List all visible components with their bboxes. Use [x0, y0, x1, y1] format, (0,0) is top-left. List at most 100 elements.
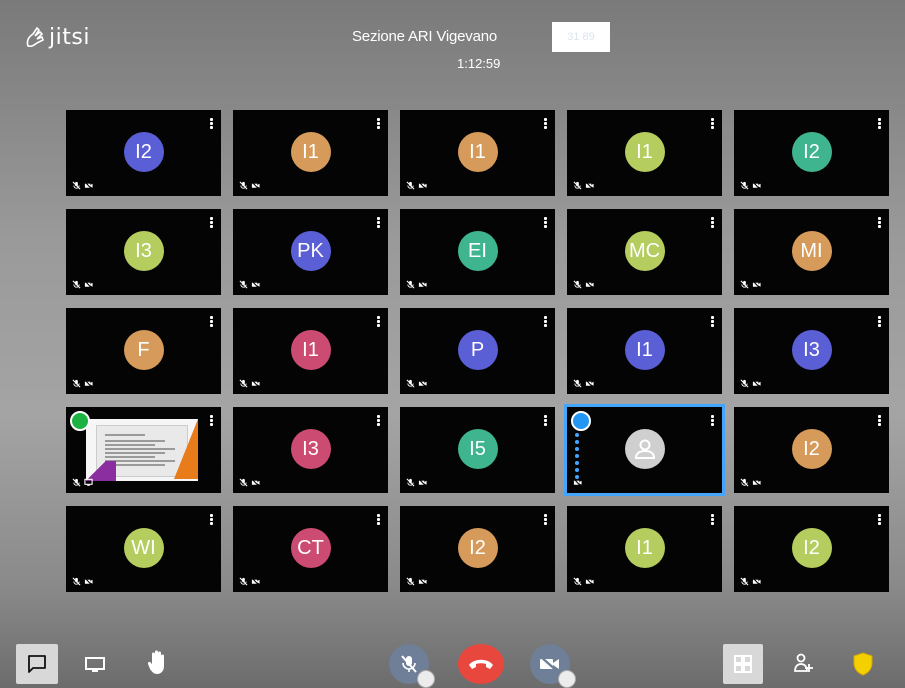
camera-off-indicator-icon [84, 379, 93, 388]
tile-menu-icon[interactable] [544, 514, 547, 525]
camera-off-indicator-icon [752, 478, 761, 487]
tile-menu-icon[interactable] [210, 118, 213, 129]
connection-indicator-icon[interactable] [70, 411, 90, 431]
participant-tile[interactable]: I1 [400, 110, 555, 196]
tile-status-indicators [239, 379, 260, 388]
participant-initials: MI [800, 239, 823, 262]
tile-status-indicators [406, 577, 427, 586]
mic-muted-icon [740, 577, 749, 586]
jitsi-hand-logo-icon [26, 26, 44, 48]
participant-tile[interactable]: I2 [734, 110, 889, 196]
tile-menu-icon[interactable] [878, 415, 881, 426]
participant-tile[interactable]: I3 [233, 407, 388, 493]
participant-tile[interactable]: WI [66, 506, 221, 592]
chat-button[interactable] [16, 644, 58, 684]
tile-menu-icon[interactable] [711, 316, 714, 327]
mic-muted-icon [72, 478, 81, 487]
microphone-button[interactable] [389, 644, 435, 688]
tile-menu-icon[interactable] [210, 415, 213, 426]
camera-button[interactable] [530, 644, 576, 688]
screenshare-tile[interactable] [66, 407, 221, 493]
tile-status-indicators [239, 280, 260, 289]
participant-avatar: PK [290, 231, 331, 271]
participant-tile[interactable]: I2 [66, 110, 221, 196]
tile-status-indicators [573, 280, 594, 289]
tile-menu-icon[interactable] [544, 415, 547, 426]
camera-off-indicator-icon [251, 478, 260, 487]
tile-menu-icon[interactable] [377, 217, 380, 228]
local-participant-tile[interactable] [567, 407, 722, 493]
participant-tile[interactable]: F [66, 308, 221, 394]
audio-settings-toggle[interactable] [417, 670, 435, 688]
chat-icon [28, 655, 46, 673]
participant-tile[interactable]: I1 [567, 506, 722, 592]
tile-menu-icon[interactable] [544, 316, 547, 327]
tile-menu-icon[interactable] [377, 415, 380, 426]
tile-menu-icon[interactable] [878, 514, 881, 525]
participant-tile[interactable]: I1 [567, 110, 722, 196]
participant-tile[interactable]: I1 [233, 308, 388, 394]
mic-muted-icon [406, 577, 415, 586]
tile-menu-icon[interactable] [711, 514, 714, 525]
screen-share-button[interactable] [80, 650, 110, 680]
participant-tile[interactable]: PK [233, 209, 388, 295]
tile-status-indicators [573, 379, 594, 388]
video-settings-toggle[interactable] [558, 670, 576, 688]
tile-status-indicators [239, 181, 260, 190]
participant-tile[interactable]: I1 [567, 308, 722, 394]
mic-muted-icon [406, 181, 415, 190]
participant-tile[interactable]: MC [567, 209, 722, 295]
tile-menu-icon[interactable] [878, 217, 881, 228]
mic-muted-icon [72, 577, 81, 586]
participant-initials: I2 [803, 437, 820, 460]
tile-menu-icon[interactable] [711, 217, 714, 228]
tile-menu-icon[interactable] [210, 514, 213, 525]
tile-menu-icon[interactable] [544, 118, 547, 129]
participant-tile[interactable]: P [400, 308, 555, 394]
tile-menu-icon[interactable] [210, 217, 213, 228]
tile-status-indicators [740, 379, 761, 388]
raise-hand-button[interactable] [142, 648, 172, 678]
participant-tile[interactable]: MI [734, 209, 889, 295]
camera-off-indicator-icon [573, 478, 582, 487]
camera-off-indicator-icon [84, 280, 93, 289]
camera-off-indicator-icon [752, 379, 761, 388]
participant-avatar: I1 [290, 132, 331, 172]
tile-menu-icon[interactable] [878, 316, 881, 327]
tile-menu-icon[interactable] [210, 316, 213, 327]
participant-initials: I5 [469, 437, 486, 460]
participant-tile[interactable]: EI [400, 209, 555, 295]
meeting-title: Sezione ARI Vigevano [352, 28, 497, 45]
connection-indicator-icon[interactable] [571, 411, 591, 431]
tile-menu-icon[interactable] [544, 217, 547, 228]
mic-muted-icon [740, 280, 749, 289]
audio-level-indicator [575, 433, 579, 482]
tile-status-indicators [72, 577, 93, 586]
tile-menu-icon[interactable] [711, 415, 714, 426]
tile-menu-icon[interactable] [377, 514, 380, 525]
participant-tile[interactable]: CT [233, 506, 388, 592]
tile-menu-icon[interactable] [377, 316, 380, 327]
security-button[interactable] [848, 648, 878, 680]
tile-view-button[interactable] [723, 644, 763, 684]
participant-initials: I1 [469, 140, 486, 163]
invite-people-button[interactable] [788, 648, 818, 678]
camera-off-indicator-icon [251, 379, 260, 388]
participant-tile[interactable]: I2 [734, 506, 889, 592]
participant-avatar: MC [624, 231, 665, 271]
camera-off-indicator-icon [752, 280, 761, 289]
tile-menu-icon[interactable] [878, 118, 881, 129]
participant-tile[interactable]: I3 [66, 209, 221, 295]
camera-off-indicator-icon [752, 181, 761, 190]
participant-tile[interactable]: I5 [400, 407, 555, 493]
participant-tile[interactable]: I2 [400, 506, 555, 592]
camera-off-indicator-icon [418, 379, 427, 388]
tile-status-indicators [72, 379, 93, 388]
tile-menu-icon[interactable] [711, 118, 714, 129]
participant-tile[interactable]: I2 [734, 407, 889, 493]
mic-muted-icon [573, 577, 582, 586]
tile-menu-icon[interactable] [377, 118, 380, 129]
participant-tile[interactable]: I3 [734, 308, 889, 394]
participant-tile[interactable]: I1 [233, 110, 388, 196]
hangup-button[interactable] [458, 644, 504, 684]
